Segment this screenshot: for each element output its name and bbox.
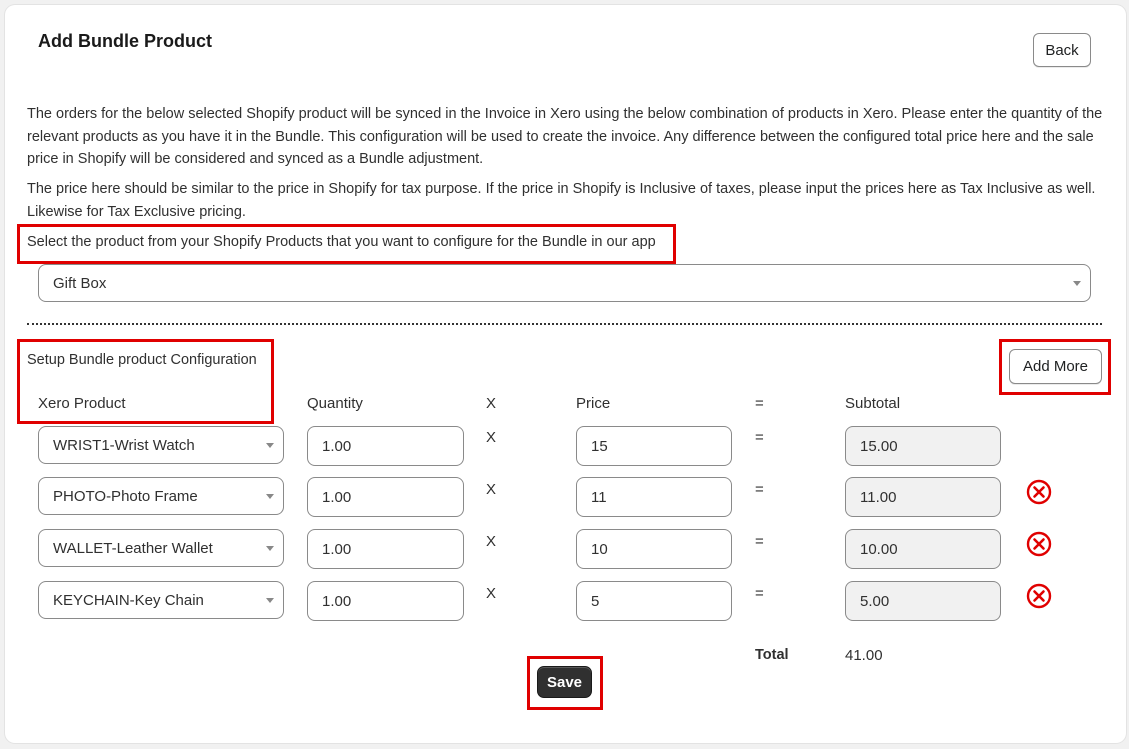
xero-product-select[interactable]: PHOTO-Photo Frame [38,477,284,515]
xero-product-select[interactable]: KEYCHAIN-Key Chain [38,581,284,619]
equals-operator: = [755,429,764,446]
quantity-input[interactable]: 1.00 [307,529,464,569]
equals-operator: = [755,533,764,550]
xero-product-value: PHOTO-Photo Frame [53,487,198,505]
section-divider [27,323,1102,325]
xero-product-value: WRIST1-Wrist Watch [53,436,195,454]
subtotal-field: 10.00 [845,529,1001,569]
chevron-down-icon [266,598,274,603]
highlight-box-add-more [999,339,1111,395]
remove-circle-x-icon[interactable] [1026,583,1052,609]
xero-product-select[interactable]: WRIST1-Wrist Watch [38,426,284,464]
equals-operator: = [755,481,764,498]
chevron-down-icon [266,443,274,448]
back-button[interactable]: Back [1033,33,1091,67]
subtotal-field: 5.00 [845,581,1001,621]
shopify-product-select-value: Gift Box [53,274,107,292]
xero-product-select[interactable]: WALLET-Leather Wallet [38,529,284,567]
remove-circle-x-icon[interactable] [1026,531,1052,557]
quantity-input[interactable]: 1.00 [307,581,464,621]
equals-operator: = [755,585,764,602]
xero-product-value: KEYCHAIN-Key Chain [53,591,204,609]
column-header-equals: = [755,395,764,412]
price-input[interactable]: 10 [576,529,732,569]
page-title: Add Bundle Product [38,31,212,51]
total-label: Total [755,647,789,663]
subtotal-field: 15.00 [845,426,1001,466]
highlight-box-select-label [17,224,676,264]
xero-product-value: WALLET-Leather Wallet [53,539,213,557]
column-header-quantity: Quantity [307,395,363,412]
chevron-down-icon [266,494,274,499]
description-paragraph-2: The price here should be similar to the … [27,181,1096,220]
quantity-input[interactable]: 1.00 [307,477,464,517]
times-operator: X [486,481,497,498]
highlight-box-save [527,656,603,710]
price-input[interactable]: 11 [576,477,732,517]
times-operator: X [486,429,497,446]
column-header-price: Price [576,395,611,412]
column-header-subtotal: Subtotal [845,395,901,412]
price-input[interactable]: 15 [576,426,732,466]
description-paragraph-1: The orders for the below selected Shopif… [27,106,1103,167]
quantity-input[interactable]: 1.00 [307,426,464,466]
shopify-product-select[interactable]: Gift Box [38,264,1091,302]
total-value: 41.00 [845,647,883,664]
times-operator: X [486,585,497,602]
chevron-down-icon [1073,281,1081,286]
times-operator: X [486,533,497,550]
remove-circle-x-icon[interactable] [1026,479,1052,505]
column-header-times: X [486,395,497,412]
subtotal-field: 11.00 [845,477,1001,517]
highlight-box-config-label [17,339,274,424]
chevron-down-icon [266,546,274,551]
price-input[interactable]: 5 [576,581,732,621]
